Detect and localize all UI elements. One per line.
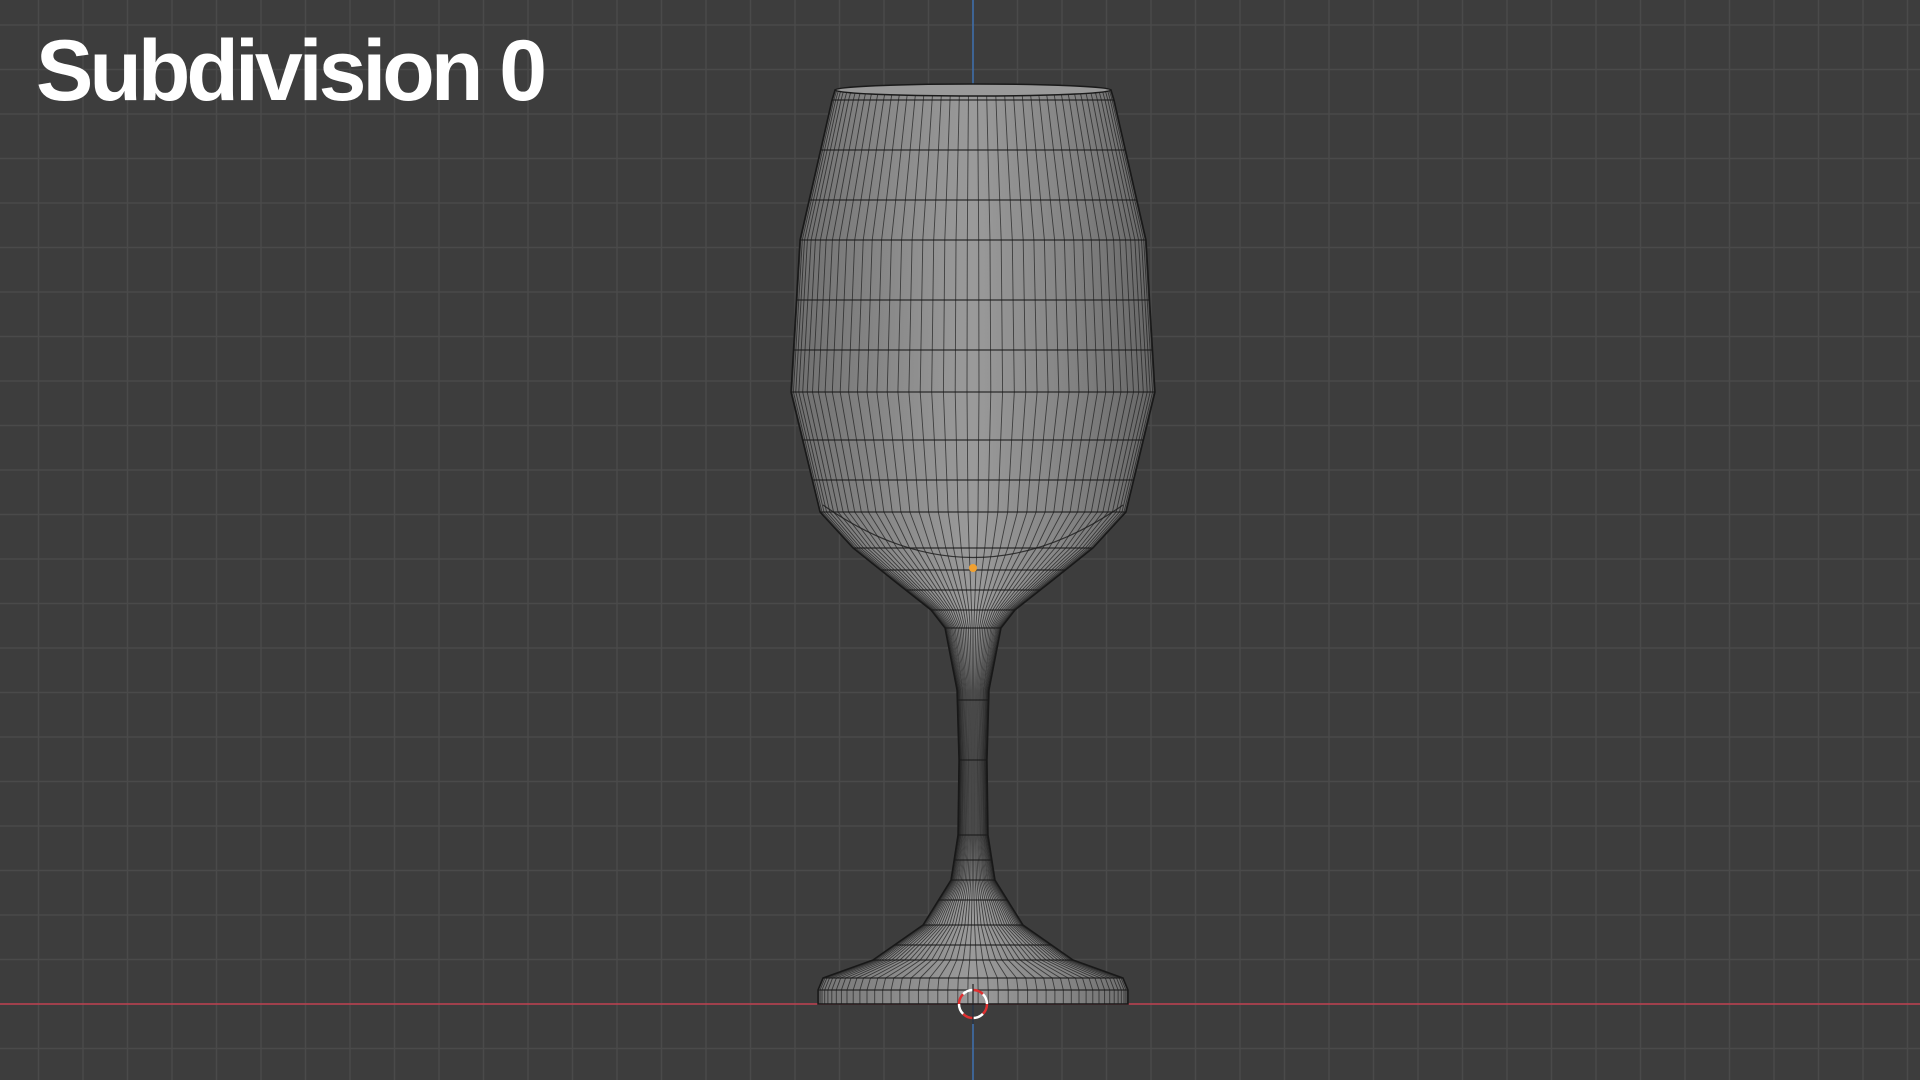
- 3d-viewport[interactable]: Subdivision 0: [0, 0, 1920, 1080]
- subdivision-level-label: Subdivision 0: [36, 23, 547, 119]
- viewport-scene[interactable]: [0, 0, 1920, 1080]
- glass-rim: [834, 83, 1112, 97]
- object-origin-dot-icon: [969, 564, 977, 572]
- wine-glass-mesh[interactable]: [790, 83, 1156, 1005]
- cursor-ring-segment: [962, 1012, 974, 1020]
- cursor-ring-segment: [981, 1003, 989, 1015]
- cursor-ring-segment: [972, 1012, 984, 1020]
- cursor-ring-segment: [957, 1003, 965, 1015]
- mesh-surface: [790, 89, 1156, 1005]
